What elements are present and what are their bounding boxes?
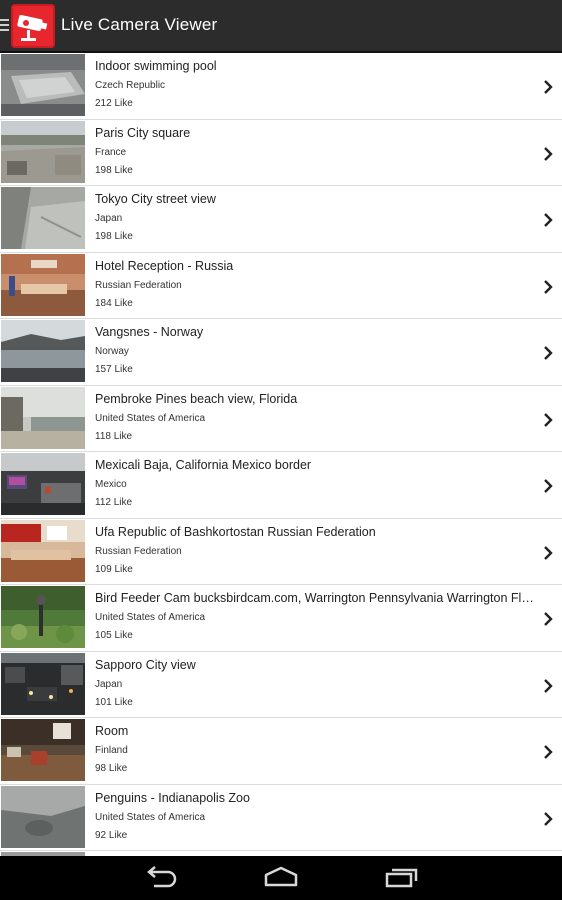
action-bar: Live Camera Viewer: [0, 0, 562, 53]
camera-likes: 212 Like: [95, 98, 133, 109]
camera-row[interactable]: Sapporo City view Japan 101 Like: [0, 652, 562, 718]
camera-likes: 92 Like: [95, 829, 128, 841]
camera-title: Bird Feeder Cam bucksbirdcam.com, Warrin…: [95, 591, 535, 605]
camera-likes: 105 Like: [95, 630, 133, 641]
camera-title: Penguins - Indianapolis Zoo: [95, 790, 250, 805]
camera-title: Mexicali Baja, California Mexico border: [95, 458, 312, 472]
camera-row[interactable]: Indoor swimming pool Czech Republic 212 …: [0, 53, 562, 120]
camera-likes: 98 Like: [95, 763, 128, 774]
camera-country: Czech Republic: [95, 80, 166, 91]
camera-thumbnail: [1, 586, 85, 648]
camera-country: United States of America: [95, 412, 206, 424]
camera-row[interactable]: Hotel Reception - Russia Russian Federat…: [0, 253, 562, 319]
camera-thumbnail: [1, 719, 85, 781]
camera-thumbnail: [1, 54, 85, 116]
camera-title: Ufa Republic of Bashkortostan Russian Fe…: [95, 524, 376, 539]
camera-title: Room: [95, 724, 129, 738]
camera-likes: 112 Like: [95, 497, 133, 508]
chevron-right-icon[interactable]: [543, 744, 553, 760]
camera-likes: 101 Like: [95, 696, 133, 708]
nav-drawer-icon[interactable]: [0, 19, 9, 33]
camera-likes: 198 Like: [95, 164, 133, 176]
camera-thumbnail: [1, 386, 85, 449]
camera-row[interactable]: Pembroke Pines beach view, Florida Unite…: [0, 386, 562, 452]
camera-likes: 184 Like: [95, 297, 133, 309]
camera-title: Paris City square: [95, 125, 191, 140]
camera-country: France: [95, 146, 127, 158]
camera-country: Mexico: [95, 479, 127, 490]
camera-row[interactable]: Penguins - Indianapolis Zoo United State…: [0, 785, 562, 851]
camera-thumbnail: [1, 120, 85, 183]
home-icon[interactable]: [263, 866, 299, 888]
chevron-right-icon[interactable]: [543, 279, 553, 295]
camera-row[interactable]: Ufa Republic of Bashkortostan Russian Fe…: [0, 519, 562, 585]
camera-row[interactable]: Vangsnes - Norway Norway 157 Like: [0, 319, 562, 386]
camera-title: Hotel Reception - Russia: [95, 258, 234, 273]
camera-thumbnail: [1, 320, 85, 382]
camera-thumbnail: [1, 519, 85, 582]
camera-likes: 198 Like: [95, 231, 133, 242]
chevron-right-icon[interactable]: [543, 79, 553, 95]
camera-thumbnail: [1, 187, 85, 249]
camera-thumbnail: [1, 785, 85, 848]
chevron-right-icon[interactable]: [543, 345, 553, 361]
camera-likes: 157 Like: [95, 364, 133, 375]
camera-country: Russian Federation: [95, 545, 182, 557]
chevron-right-icon[interactable]: [543, 412, 553, 428]
camera-row[interactable]: Tokyo City street view Japan 198 Like: [0, 186, 562, 253]
camera-likes: 109 Like: [95, 563, 133, 575]
camera-logo-icon[interactable]: [11, 4, 55, 48]
camera-country: Japan: [95, 213, 123, 224]
camera-title: Vangsnes - Norway: [95, 325, 204, 339]
chevron-right-icon[interactable]: [543, 478, 553, 494]
chevron-right-icon[interactable]: [543, 811, 553, 827]
camera-title: Indoor swimming pool: [95, 59, 217, 73]
camera-row[interactable]: Room Finland 98 Like: [0, 718, 562, 785]
camera-likes: 118 Like: [95, 430, 133, 442]
camera-row[interactable]: Paris City square France 198 Like: [0, 120, 562, 186]
camera-title: Tokyo City street view: [95, 192, 216, 206]
camera-row[interactable]: Mexicali Baja, California Mexico border …: [0, 452, 562, 519]
camera-row[interactable]: Bird Feeder Cam bucksbirdcam.com, Warrin…: [0, 585, 562, 652]
camera-country: United States of America: [95, 811, 206, 823]
back-icon[interactable]: [144, 866, 178, 888]
camera-country: Russian Federation: [95, 279, 182, 291]
camera-country: Norway: [95, 346, 129, 357]
camera-thumbnail: [1, 253, 85, 316]
camera-title: Pembroke Pines beach view, Florida: [95, 391, 298, 406]
camera-country: United States of America: [95, 612, 206, 623]
chevron-right-icon[interactable]: [543, 678, 553, 694]
recent-apps-icon[interactable]: [384, 866, 420, 888]
system-navigation-bar: [0, 856, 562, 900]
chevron-right-icon[interactable]: [543, 545, 553, 561]
camera-title: Sapporo City view: [95, 657, 196, 672]
camera-country: Finland: [95, 745, 128, 756]
camera-country: Japan: [95, 678, 123, 690]
chevron-right-icon[interactable]: [543, 212, 553, 228]
chevron-right-icon[interactable]: [543, 611, 553, 627]
camera-list[interactable]: Indoor swimming pool Czech Republic 212 …: [0, 53, 562, 856]
chevron-right-icon[interactable]: [543, 146, 553, 162]
app-title: Live Camera Viewer: [61, 15, 218, 34]
camera-thumbnail: [1, 453, 85, 515]
camera-thumbnail: [1, 652, 85, 715]
